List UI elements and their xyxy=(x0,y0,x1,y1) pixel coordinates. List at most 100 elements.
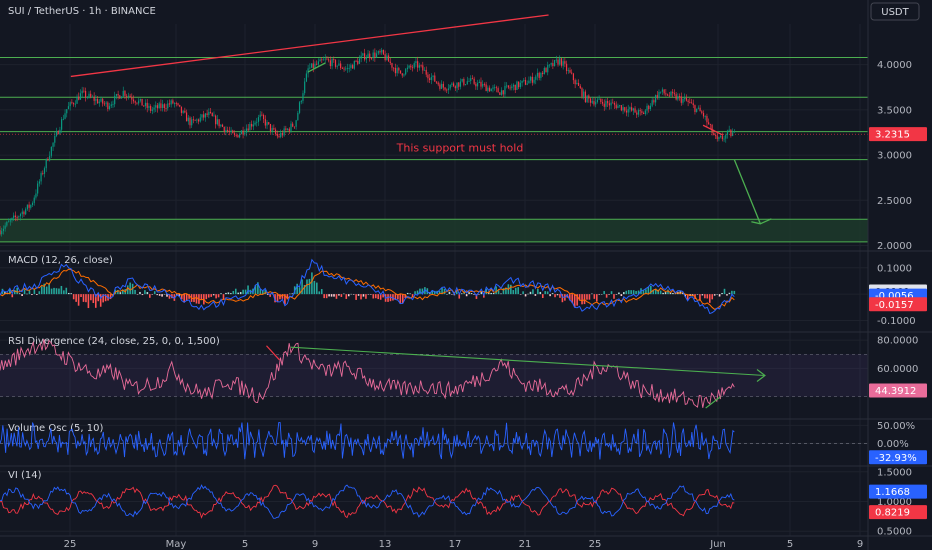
currency-button[interactable]: USDT xyxy=(870,2,920,21)
candle-body xyxy=(468,80,470,82)
macd-histogram-bar xyxy=(90,294,92,301)
candle-body xyxy=(464,84,467,85)
candle-body xyxy=(312,63,314,69)
candle-body xyxy=(158,103,160,109)
macd-histogram-bar xyxy=(367,294,370,295)
candle-body xyxy=(620,105,622,111)
macd-histogram-bar xyxy=(524,294,527,297)
candle xyxy=(141,98,143,106)
macd-histogram-bar xyxy=(60,285,63,295)
candle-body xyxy=(470,78,472,81)
candle-body xyxy=(316,63,318,65)
candle-body xyxy=(286,128,289,130)
candle-body xyxy=(213,115,215,117)
candle-body xyxy=(483,84,486,85)
candle-body xyxy=(79,93,82,100)
macd-histogram-bar xyxy=(382,294,384,298)
candle-body xyxy=(678,96,681,97)
candle-body xyxy=(658,91,660,98)
candle-body xyxy=(90,93,92,97)
macd-histogram-bar xyxy=(409,293,411,295)
candle-body xyxy=(382,49,385,55)
candle-body xyxy=(639,110,641,112)
candle-body xyxy=(73,103,75,105)
candle-body xyxy=(317,61,319,65)
macd-histogram-bar xyxy=(549,294,551,297)
candle xyxy=(516,80,518,91)
candle-body xyxy=(663,89,665,94)
trading-chart[interactable]: This support must hold MACD (12, 26, clo… xyxy=(0,0,932,550)
macd-histogram-bar xyxy=(556,294,559,296)
macd-histogram-bar xyxy=(301,279,303,295)
candle-body xyxy=(429,78,431,80)
candle-body xyxy=(396,68,398,74)
price-tick-label: 3.5000 xyxy=(877,105,912,116)
macd-histogram-bar xyxy=(87,294,90,309)
candle-body xyxy=(370,58,373,60)
candle-body xyxy=(7,221,10,223)
macd-histogram-bar xyxy=(625,290,628,295)
candle-body xyxy=(632,108,634,111)
candle-body xyxy=(146,102,148,108)
candle-body xyxy=(533,79,535,83)
macd-histogram-bar xyxy=(215,294,217,299)
candle-body xyxy=(124,90,126,96)
macd-histogram-bar xyxy=(38,291,41,295)
candle-body xyxy=(0,230,1,235)
candle-body xyxy=(673,93,676,95)
x-tick-label: 25 xyxy=(589,539,602,550)
macd-histogram-bar xyxy=(620,294,623,297)
x-tick-label: 17 xyxy=(449,539,462,550)
candle-body xyxy=(115,94,117,96)
macd-histogram-bar xyxy=(151,294,154,295)
candle-body xyxy=(206,113,208,116)
macd-histogram-bar xyxy=(544,291,547,295)
candle-body xyxy=(389,61,391,64)
candle-body xyxy=(430,77,432,80)
candle-body xyxy=(173,103,176,104)
macd-histogram-bar xyxy=(119,292,122,295)
macd-histogram-bar xyxy=(291,293,294,295)
candle-body xyxy=(1,231,3,235)
candle-body xyxy=(413,63,415,68)
candle-body xyxy=(122,90,124,97)
candle-body xyxy=(500,90,503,95)
macd-histogram-bar xyxy=(80,294,82,298)
candle-body xyxy=(340,63,342,69)
candle-body xyxy=(232,130,234,134)
candle-body xyxy=(588,95,590,99)
candle-body xyxy=(31,202,34,206)
candle-body xyxy=(643,112,645,114)
macd-histogram-bar xyxy=(153,291,156,295)
candle-body xyxy=(605,100,607,107)
candle-body xyxy=(69,102,71,107)
candle-body xyxy=(720,136,722,138)
candle-body xyxy=(646,105,648,111)
candle-body xyxy=(269,123,272,132)
macd-histogram-bar xyxy=(708,294,711,303)
macd-histogram-bar xyxy=(414,291,416,295)
vi-tick-label: 0.5000 xyxy=(877,527,912,538)
candle-body xyxy=(692,103,694,106)
candle-body xyxy=(709,124,711,125)
macd-histogram-bar xyxy=(672,293,674,295)
candle-body xyxy=(369,53,371,59)
candle-body xyxy=(350,65,352,68)
macd-histogram-bar xyxy=(595,294,598,302)
candle-body xyxy=(499,92,501,95)
candle-body xyxy=(355,60,357,62)
candle-body xyxy=(550,63,552,65)
candle-body xyxy=(110,104,112,107)
candle-body xyxy=(516,81,518,90)
rsi-tick-label: 80.0000 xyxy=(877,336,918,347)
candle-body xyxy=(444,87,446,90)
candle-body xyxy=(492,87,494,89)
candle-body xyxy=(143,105,145,107)
candle xyxy=(584,89,587,103)
candle-body xyxy=(196,119,198,121)
candle-body xyxy=(334,60,337,67)
candle-body xyxy=(132,99,135,102)
candle-body xyxy=(593,101,595,105)
macd-histogram-bar xyxy=(77,294,80,306)
candle-body xyxy=(471,78,474,80)
